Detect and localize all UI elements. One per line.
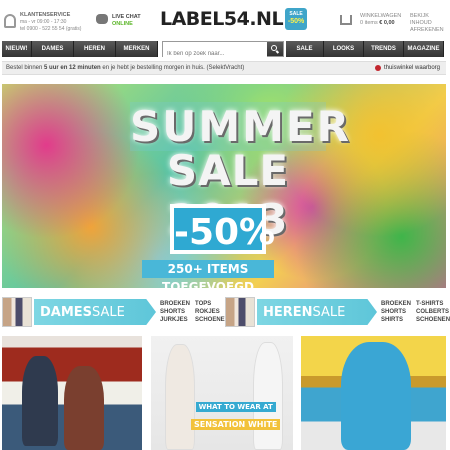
delivery-info-text: Bestel binnen 5 uur en 12 minuten en je … [6, 65, 245, 71]
customer-service-hours: ma - vr 09:00 - 17:30 [20, 19, 67, 25]
cart-icon [340, 15, 352, 25]
promo-tile-sensation-white[interactable]: WHAT TO WEAR AT SENSATION WHITE [151, 336, 293, 450]
sale-badge-percent: -50% [287, 18, 305, 25]
cart-title: WINKELWAGEN [360, 13, 402, 19]
caption-line-1: WHAT TO WEAR AT [195, 402, 276, 412]
promo-tile-couple[interactable] [2, 336, 142, 450]
women-category-links: BROEKEN TOPS SHORTS ROKJES JURKJES SCHOE… [160, 300, 229, 324]
men-link-blazers[interactable]: COLBERTS [416, 308, 450, 316]
headset-icon [4, 14, 16, 28]
customer-service-phone: tel 0900 - 522 55 54 (gratis) [20, 26, 82, 32]
trust-seal-icon [374, 65, 381, 71]
site-logo[interactable]: LABEL54.NL SALE -50% [160, 8, 308, 30]
men-sale-suffix: SALE [312, 304, 346, 320]
main-nav-right: SALE LOOKS TRENDS MAGAZINE [286, 41, 444, 57]
cart-total: € 0,00 [379, 20, 395, 26]
nav-looks[interactable]: LOOKS [324, 41, 364, 57]
model-figure [341, 342, 411, 450]
live-chat-status: ONLINE [112, 21, 133, 27]
men-sale-block: HERENSALE BROEKEN T-SHIRTS SHORTS COLBER… [225, 296, 450, 328]
logo-text: LABEL54.NL [160, 8, 284, 30]
hero-items-added: 250+ ITEMS TOEGEVOEGD [142, 260, 274, 288]
search-button[interactable] [267, 42, 283, 56]
women-link-skirts[interactable]: ROKJES [195, 308, 229, 316]
sensation-white-caption: WHAT TO WEAR AT SENSATION WHITE [191, 396, 281, 432]
women-sale-suffix: SALE [92, 304, 125, 320]
women-sale-banner[interactable]: DAMESSALE [34, 299, 156, 325]
women-sale-block: DAMESSALE BROEKEN TOPS SHORTS ROKJES JUR… [2, 296, 229, 328]
hero-discount: -50% [170, 204, 275, 254]
men-sale-banner[interactable]: HERENSALE [257, 299, 377, 325]
nav-men[interactable]: HEREN [74, 41, 116, 57]
caption-line-2: SENSATION WHITE [191, 419, 281, 430]
view-cart-links: BEKIJK INHOUD AFREKENEN [410, 13, 450, 34]
live-chat-title: LIVE CHAT [112, 14, 141, 20]
men-link-pants[interactable]: BROEKEN [381, 300, 411, 308]
model-figure [64, 366, 104, 450]
men-thumbnail[interactable] [225, 297, 255, 327]
women-thumbnail[interactable] [2, 297, 32, 327]
men-category-links: BROEKEN T-SHIRTS SHORTS COLBERTS SHIRTS … [381, 300, 450, 324]
women-link-dresses[interactable]: JURKJES [160, 316, 190, 324]
chat-bubble-icon [96, 14, 108, 24]
customer-service[interactable]: KLANTENSERVICE ma - vr 09:00 - 17:30 tel… [4, 12, 81, 33]
main-nav-left: NIEUW! DAMES HEREN MERKEN [2, 41, 158, 57]
search-box [162, 41, 284, 61]
model-figure [22, 356, 58, 446]
shopping-cart[interactable]: WINKELWAGEN 0 items € 0,00 [340, 13, 401, 27]
men-link-shorts[interactable]: SHORTS [381, 308, 411, 316]
promo-tile-men-blazer[interactable] [301, 336, 446, 450]
women-sale-title: DAMES [40, 304, 93, 320]
sale-badge-label: SALE [289, 11, 303, 17]
men-link-shoes[interactable]: SCHOENEN [416, 316, 450, 324]
top-header: KLANTENSERVICE ma - vr 09:00 - 17:30 tel… [0, 0, 450, 40]
women-link-tops[interactable]: TOPS [195, 300, 229, 308]
nav-brands[interactable]: MERKEN [116, 41, 158, 57]
cart-items: 0 items [360, 20, 378, 26]
women-link-shoes[interactable]: SCHOENEN [195, 316, 229, 324]
nav-sale[interactable]: SALE [286, 41, 324, 57]
women-link-shorts[interactable]: SHORTS [160, 308, 190, 316]
trust-badge-label: thuiswinkel waarborg [383, 65, 440, 71]
checkout-link[interactable]: AFREKENEN [410, 27, 450, 34]
women-link-pants[interactable]: BROEKEN [160, 300, 190, 308]
nav-women[interactable]: DAMES [32, 41, 74, 57]
delivery-countdown: 5 uur en 12 minuten [44, 65, 101, 71]
nav-new[interactable]: NIEUW! [2, 41, 32, 57]
men-link-tshirts[interactable]: T-SHIRTS [416, 300, 450, 308]
sale-badge: SALE -50% [285, 8, 308, 30]
delivery-info-bar: Bestel binnen 5 uur en 12 minuten en je … [2, 61, 446, 75]
nav-magazine[interactable]: MAGAZINE [404, 41, 444, 57]
live-chat[interactable]: LIVE CHAT ONLINE [96, 14, 141, 28]
nav-trends[interactable]: TRENDS [364, 41, 404, 57]
men-sale-title: HEREN [263, 304, 313, 320]
men-link-shirts[interactable]: SHIRTS [381, 316, 411, 324]
hero-title-summer: SUMMER [130, 102, 351, 151]
search-input[interactable] [163, 47, 267, 61]
trust-badge[interactable]: thuiswinkel waarborg [374, 65, 440, 71]
view-cart-link[interactable]: BEKIJK INHOUD [410, 13, 450, 27]
customer-service-title: KLANTENSERVICE [20, 12, 71, 18]
hero-banner[interactable]: SUMMER SALE 2013 -50% 250+ ITEMS TOEGEVO… [2, 84, 446, 288]
